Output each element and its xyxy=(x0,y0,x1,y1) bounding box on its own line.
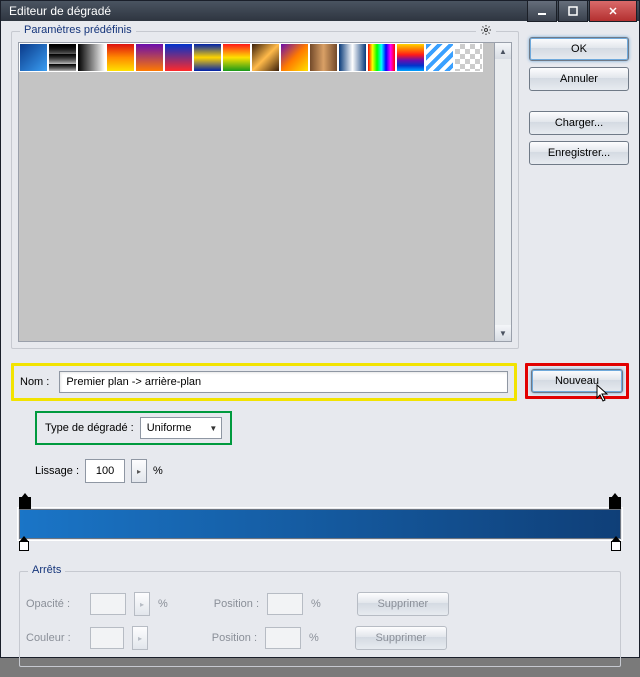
stops-fieldset: Arrêts Opacité : ▸ % Position : % Suppri… xyxy=(19,571,621,667)
position-label: Position : xyxy=(214,598,259,610)
preset-swatch[interactable] xyxy=(222,43,251,72)
preset-swatch[interactable] xyxy=(251,43,280,72)
color-stop[interactable] xyxy=(611,541,621,551)
preset-swatch[interactable] xyxy=(425,43,454,72)
preset-swatch[interactable] xyxy=(454,43,483,72)
chevron-down-icon: ▼ xyxy=(209,424,217,433)
gradient-type-row: Type de dégradé : Uniforme ▼ xyxy=(35,411,232,445)
smoothing-row: Lissage : ▸ % xyxy=(35,459,629,483)
delete-color-stop-button: Supprimer xyxy=(355,626,447,650)
smoothing-unit: % xyxy=(153,465,163,477)
preset-swatch[interactable] xyxy=(367,43,396,72)
preset-swatch[interactable] xyxy=(193,43,222,72)
gradient-bar[interactable] xyxy=(19,509,621,539)
titlebar: Editeur de dégradé xyxy=(1,1,639,21)
dialog-body: Paramètres prédéfinis ▲ ▼ OK Annuler xyxy=(1,21,639,677)
smoothing-label: Lissage : xyxy=(35,465,79,477)
opacity-stop[interactable] xyxy=(19,497,31,509)
color-step-icon: ▸ xyxy=(132,626,148,650)
scroll-up-icon[interactable]: ▲ xyxy=(495,43,511,59)
preset-swatches xyxy=(18,42,494,342)
presets-fieldset: Paramètres prédéfinis ▲ ▼ xyxy=(11,31,519,349)
presets-menu-icon[interactable] xyxy=(476,24,496,39)
name-label: Nom : xyxy=(20,376,49,388)
preset-swatch[interactable] xyxy=(77,43,106,72)
color-well xyxy=(90,627,124,649)
preset-swatch[interactable] xyxy=(135,43,164,72)
opacity-stops-track[interactable] xyxy=(19,497,621,509)
save-button[interactable]: Enregistrer... xyxy=(529,141,629,165)
ok-button[interactable]: OK xyxy=(529,37,629,61)
color-position-input xyxy=(265,627,301,649)
preset-swatch[interactable] xyxy=(396,43,425,72)
smoothing-input[interactable] xyxy=(85,459,125,483)
smoothing-step-icon[interactable]: ▸ xyxy=(131,459,147,483)
stops-legend: Arrêts xyxy=(28,564,65,576)
opacity-input xyxy=(90,593,126,615)
preset-swatch[interactable] xyxy=(309,43,338,72)
gradient-editor-window: Editeur de dégradé Paramètres prédéfinis… xyxy=(0,0,640,658)
opacity-unit: % xyxy=(158,598,168,610)
new-button-highlight: Nouveau xyxy=(525,363,629,399)
close-button[interactable] xyxy=(589,1,637,22)
name-input[interactable] xyxy=(59,371,508,393)
opacity-step-icon: ▸ xyxy=(134,592,150,616)
delete-opacity-stop-button: Supprimer xyxy=(357,592,449,616)
name-row: Nom : xyxy=(11,363,517,401)
window-controls xyxy=(527,1,637,21)
minimize-button[interactable] xyxy=(527,1,557,22)
presets-scrollbar[interactable]: ▲ ▼ xyxy=(494,42,512,342)
gradient-type-label: Type de dégradé : xyxy=(45,422,134,434)
color-stop[interactable] xyxy=(19,541,29,551)
load-button[interactable]: Charger... xyxy=(529,111,629,135)
gradient-editor-area xyxy=(19,497,621,553)
maximize-button[interactable] xyxy=(558,1,588,22)
new-button[interactable]: Nouveau xyxy=(531,369,623,393)
window-title: Editeur de dégradé xyxy=(9,4,111,18)
preset-swatch[interactable] xyxy=(280,43,309,72)
scroll-down-icon[interactable]: ▼ xyxy=(495,325,511,341)
presets-legend: Paramètres prédéfinis xyxy=(20,24,136,36)
position-label: Position : xyxy=(212,632,257,644)
position-unit: % xyxy=(311,598,321,610)
gradient-type-select[interactable]: Uniforme ▼ xyxy=(140,417,223,439)
color-stops-track[interactable] xyxy=(19,541,621,553)
cancel-button[interactable]: Annuler xyxy=(529,67,629,91)
preset-swatch[interactable] xyxy=(19,43,48,72)
opacity-stop[interactable] xyxy=(609,497,621,509)
preset-swatch[interactable] xyxy=(106,43,135,72)
opacity-position-input xyxy=(267,593,303,615)
preset-swatch[interactable] xyxy=(48,43,77,72)
gradient-type-value: Uniforme xyxy=(147,422,192,434)
preset-swatch[interactable] xyxy=(164,43,193,72)
opacity-label: Opacité : xyxy=(26,598,82,610)
position-unit: % xyxy=(309,632,319,644)
preset-swatch[interactable] xyxy=(338,43,367,72)
color-label: Couleur : xyxy=(26,632,82,644)
